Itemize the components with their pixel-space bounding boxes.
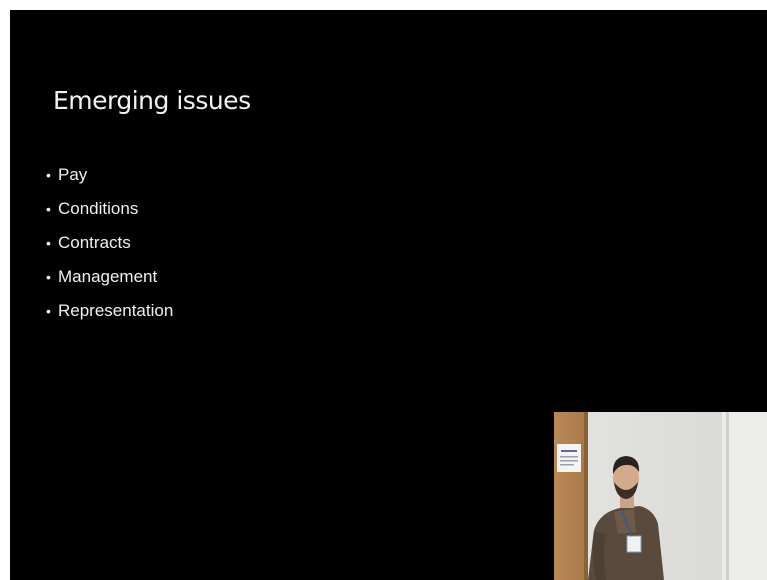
bullet-icon: • <box>46 269 51 285</box>
list-item: • Management <box>46 260 173 294</box>
bullet-icon: • <box>46 201 51 217</box>
presenter-video-image <box>554 412 767 580</box>
bullet-icon: • <box>46 303 51 319</box>
video-frame: Emerging issues • Pay • Conditions • Con… <box>0 0 767 580</box>
slide-title: Emerging issues <box>53 86 251 115</box>
door-notice <box>557 444 581 472</box>
list-item: • Contracts <box>46 226 173 260</box>
list-item: • Representation <box>46 294 173 328</box>
bullet-list: • Pay • Conditions • Contracts • Managem… <box>46 158 173 328</box>
bullet-icon: • <box>46 167 51 183</box>
bullet-text-representation: Representation <box>58 301 174 320</box>
bullet-icon: • <box>46 235 51 251</box>
presentation-slide: Emerging issues • Pay • Conditions • Con… <box>10 10 767 580</box>
list-item: • Conditions <box>46 192 173 226</box>
list-item: • Pay <box>46 158 173 192</box>
bullet-text-management: Management <box>58 267 158 286</box>
bullet-text-conditions: Conditions <box>58 199 139 218</box>
bullet-text-pay: Pay <box>58 165 88 184</box>
presenter-webcam-overlay <box>554 412 767 580</box>
door-frame <box>554 412 584 580</box>
bullet-text-contracts: Contracts <box>58 233 131 252</box>
name-badge <box>626 535 642 553</box>
